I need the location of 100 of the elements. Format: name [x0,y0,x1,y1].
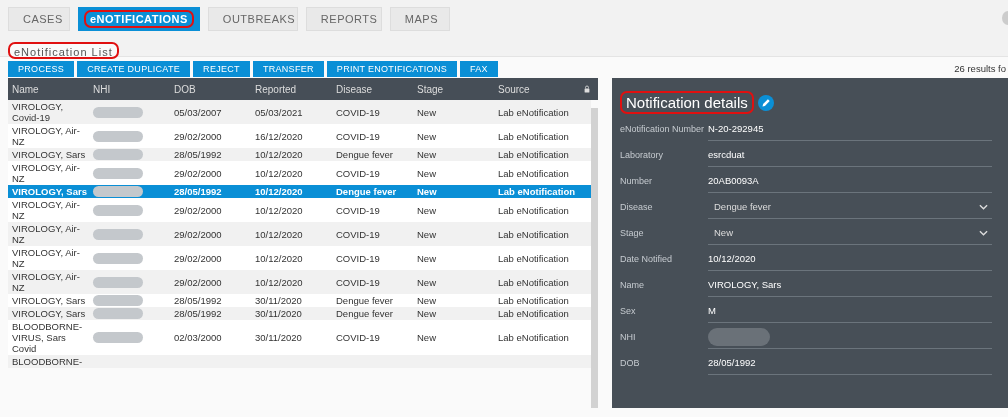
table-cell-text: New [416,308,437,319]
table-cell-text: New [416,228,437,240]
table-cell-text: New [416,167,437,179]
nav-tab[interactable]: OUTBREAKS [207,7,298,31]
column-header[interactable]: Disease [334,83,415,95]
text-field[interactable]: N-20-292945 [708,117,992,141]
column-header[interactable]: Name [10,83,91,95]
table-cell-text: 29/02/2000 [173,276,223,288]
action-button[interactable]: REJECT [193,60,250,77]
table-cell-text: 05/03/2007 [173,106,223,118]
table-cell-text: COVID-19 [335,276,381,288]
table-cell-text: Lab eNotification [497,186,577,197]
action-button[interactable]: TRANSFER [252,60,324,77]
table-cell-text: 05/03/2021 [254,106,304,118]
table-row[interactable]: VIROLOGY, Sars 28/05/1992 10/12/2020 Dengue fever New Lab eNotification [8,148,591,161]
select-field[interactable]: New [708,221,992,245]
table-cell-text: BLOODBORNE- [11,356,84,367]
list-tab[interactable]: eNotification List [8,42,119,59]
table-cell-text: New [416,130,437,142]
table-cell-text: COVID-19 [335,130,381,142]
select-field[interactable]: Dengue fever [708,195,992,219]
edit-icon[interactable] [757,94,774,111]
table-cell-text: COVID-19 [335,106,381,118]
table-cell-text: 30/11/2020 [254,332,303,343]
text-field[interactable]: esrcduat [708,143,992,167]
action-button[interactable]: PRINT ENOTIFICATIONS [326,60,457,77]
table-row[interactable]: VIROLOGY, Sars 28/05/1992 30/11/2020 Dengue fever New Lab eNotification [8,307,591,320]
action-button[interactable]: CREATE DUPLICATE [77,60,191,77]
table-cell-text: 10/12/2020 [254,167,304,179]
table-cell-text: COVID-19 [335,332,381,343]
table-cell-text: COVID-19 [335,167,381,179]
text-field[interactable]: 10/12/2020 [708,247,992,271]
column-header[interactable]: NHI [91,83,172,95]
nav-tab[interactable]: CASES [8,7,70,31]
lock-icon[interactable] [584,83,590,95]
table-cell-text: New [416,332,437,343]
redacted-blur [93,295,143,306]
table-cell-text: New [416,204,437,216]
table-cell-text: New [416,149,437,160]
table-cell-text: New [416,276,437,288]
table-cell-text: 28/05/1992 [173,149,223,160]
nav-tab[interactable]: eNOTIFICATIONS [78,7,200,31]
field-label: Laboratory [620,149,665,161]
table-cell-text: 28/05/1992 [173,186,223,197]
table-cell-text: 10/12/2020 [254,186,304,197]
column-header[interactable]: Reported [253,83,334,95]
table-row[interactable]: VIROLOGY, Air-NZ 29/02/2000 10/12/2020 COVID-19 New Lab eNotification [8,161,591,185]
table-row[interactable]: VIROLOGY, Air-NZ 29/02/2000 10/12/2020 COVID-19 New Lab eNotification [8,222,591,246]
column-header[interactable]: Stage [415,83,496,95]
table-cell-text: 29/02/2000 [173,252,223,264]
table-cell-text: 16/12/2020 [254,130,304,142]
table-cell-text: 28/05/1992 [173,295,223,306]
scrollbar[interactable] [591,108,598,408]
table-row[interactable]: VIROLOGY, Covid-19 05/03/2007 05/03/2021 COVID-19 New Lab eNotification [8,100,591,124]
action-button[interactable]: FAX [460,60,498,77]
field-label: Number [620,175,653,187]
table-cell-text: VIROLOGY, Air-NZ [11,162,81,184]
table-cell-text: VIROLOGY, Air-NZ [11,223,81,245]
table-cell-text: COVID-19 [335,252,381,264]
table-row[interactable]: VIROLOGY, Sars 28/05/1992 30/11/2020 Dengue fever New Lab eNotification [8,294,591,307]
table-cell-text: Lab eNotification [497,106,570,118]
field-label: Stage [620,227,645,239]
redacted-blur [93,276,143,288]
table-cell-text: Lab eNotification [497,167,570,179]
table-cell-text: Lab eNotification [497,204,570,216]
text-field[interactable]: 28/05/1992 [708,351,992,375]
table-cell-text: VIROLOGY, Air-NZ [11,199,81,221]
table-cell-text: Lab eNotification [497,308,570,319]
table-cell-text: 28/05/1992 [173,308,223,319]
redacted-blur [93,228,143,240]
table-row[interactable]: VIROLOGY, Air-NZ 29/02/2000 10/12/2020 COVID-19 New Lab eNotification [8,246,591,270]
table-cell-text: 10/12/2020 [254,252,304,264]
field-label: DOB [620,357,641,369]
field-label: Disease [620,201,654,213]
text-field[interactable]: 20AB0093A [708,169,992,193]
table-row[interactable]: VIROLOGY, Sars 28/05/1992 10/12/2020 Dengue fever New Lab eNotification [8,185,591,198]
table-cell-text: 10/12/2020 [254,204,304,216]
table-row[interactable]: VIROLOGY, Air-NZ 29/02/2000 16/12/2020 COVID-19 New Lab eNotification [8,124,591,148]
column-header[interactable]: Source [496,83,584,95]
field-label: Sex [620,305,637,317]
table-cell-text: Lab eNotification [497,228,570,240]
table-cell-text: 10/12/2020 [254,228,304,240]
nav-tab[interactable]: REPORTS [305,7,382,31]
panel-title: Notification details [620,91,754,114]
table-cell-text: VIROLOGY, Sars [11,186,88,197]
nav-tab[interactable]: MAPS [389,7,450,31]
text-field[interactable]: VIROLOGY, Sars [708,273,992,297]
field-label: Date Notified [620,253,674,265]
table-cell-text: Dengue fever [335,308,395,319]
table-row[interactable]: VIROLOGY, Air-NZ 29/02/2000 10/12/2020 COVID-19 New Lab eNotification [8,198,591,222]
text-field[interactable] [708,325,992,349]
table-row[interactable]: VIROLOGY, Air-NZ 29/02/2000 10/12/2020 COVID-19 New Lab eNotification [8,270,591,294]
table-row[interactable]: BLOODBORNE-VIRUS, Sars Covid 02/03/2000 30/11/2020 COVID-19 New Lab eNotification [8,320,591,355]
table-cell-text: Dengue fever [335,295,395,306]
column-header[interactable]: DOB [172,83,253,95]
table-cell-text: VIROLOGY, Sars [11,308,87,319]
redacted-blur [93,186,143,197]
table-row[interactable]: BLOODBORNE- [8,355,591,368]
action-button[interactable]: PROCESS [8,60,75,77]
text-field[interactable]: M [708,299,992,323]
